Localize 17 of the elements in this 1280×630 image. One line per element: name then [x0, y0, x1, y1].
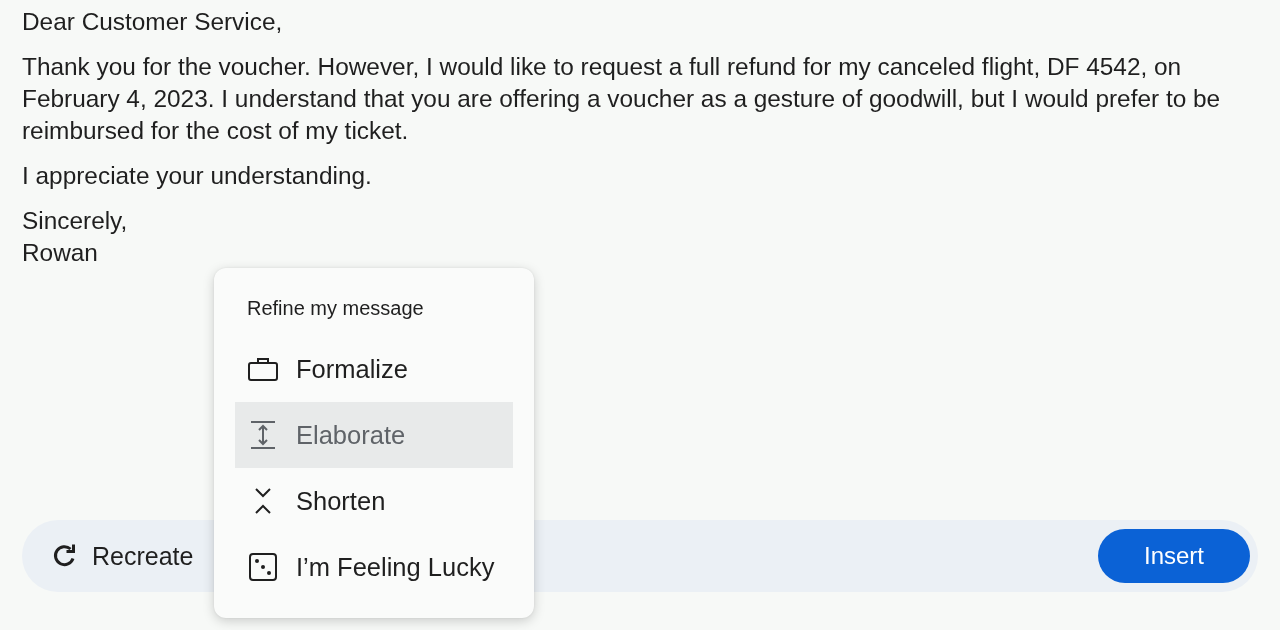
- menu-item[interactable]: I’m Feeling Lucky: [235, 534, 513, 600]
- expand-vertical-icon: [251, 421, 275, 449]
- menu-item[interactable]: Shorten: [235, 468, 513, 534]
- briefcase-icon: [248, 357, 278, 381]
- menu-title: Refine my message: [246, 296, 425, 320]
- refresh-icon: [52, 543, 78, 569]
- menu-item[interactable]: Elaborate: [235, 402, 513, 468]
- recreate-button[interactable]: Recreate: [50, 535, 196, 577]
- letter-paragraph: Thank you for the voucher. However, I would like to request a full refund for my canceled flight, DF 4542, on February 4, 2023. I understand that you are offering a voucher as a gesture of goodwill, but I would prefer to be reimbursed for the cost of my ticket.: [22, 52, 1222, 146]
- greeting: Dear Customer Service,: [22, 7, 284, 37]
- insert-button[interactable]: Insert: [1098, 529, 1250, 583]
- menu-item[interactable]: Formalize: [235, 336, 513, 402]
- dice-icon: [249, 553, 277, 581]
- collapse-chevrons-icon: [253, 487, 273, 515]
- signature: Rowan: [22, 238, 99, 268]
- letter-paragraph: I appreciate your understanding.: [22, 161, 373, 191]
- closing: Sincerely,: [22, 206, 129, 236]
